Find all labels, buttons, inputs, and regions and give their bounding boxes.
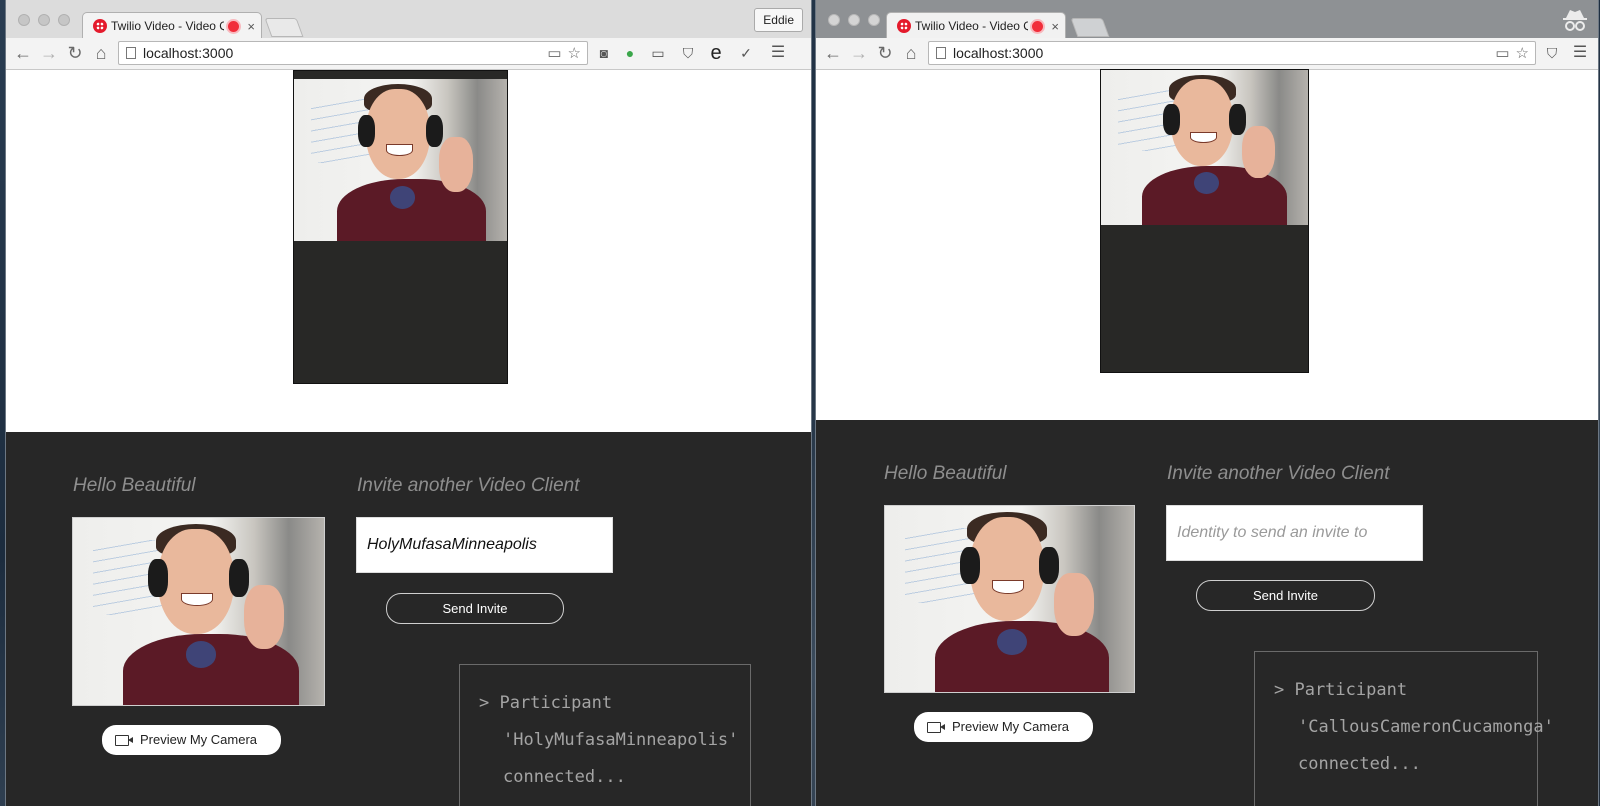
browser-window-incognito: Twilio Video - Video Qu × ← → ↻ ⌂ localh…: [816, 0, 1598, 806]
tab-strip: Twilio Video - Video Qu × Eddie: [6, 0, 811, 39]
page-content: Hello Beautiful Invite another Video Cli…: [816, 69, 1598, 806]
tab-twilio-video[interactable]: Twilio Video - Video Qu ×: [886, 12, 1066, 39]
log-line: > Participant: [1274, 680, 1408, 700]
tab-title: Twilio Video - Video Qu: [111, 19, 225, 33]
forward-icon[interactable]: →: [848, 41, 870, 65]
bookmark-star-icon[interactable]: ☆: [568, 44, 581, 62]
close-window-button[interactable]: [18, 14, 30, 26]
ublock-extension-icon[interactable]: ⛉: [678, 43, 698, 63]
cast-icon[interactable]: ▭: [648, 43, 668, 63]
minimize-window-button[interactable]: [848, 14, 860, 26]
remote-media-area: [6, 70, 811, 432]
url-text: localhost:3000: [143, 45, 234, 61]
home-icon[interactable]: ⌂: [900, 41, 922, 65]
page-icon: [126, 47, 136, 59]
log-line: connected...: [503, 767, 626, 787]
browser-window-main: Twilio Video - Video Qu × Eddie ← → ↻ ⌂ …: [6, 0, 811, 806]
remote-participant-video: [293, 70, 508, 384]
profile-button[interactable]: Eddie: [754, 8, 803, 32]
invite-identity-input[interactable]: [1166, 505, 1423, 561]
close-window-button[interactable]: [828, 14, 840, 26]
remote-video-frame: [294, 79, 507, 241]
back-icon[interactable]: ←: [12, 41, 34, 65]
remote-participant-video: [1100, 69, 1309, 373]
activity-log: > Participant 'HolyMufasaMinneapolis' conn…: [459, 664, 751, 806]
browser-toolbar: ← → ↻ ⌂ localhost:3000 ▭ ☆ ⛉ ☰: [816, 38, 1598, 70]
page-icon: [936, 47, 946, 59]
local-camera-preview: [72, 517, 325, 706]
preview-camera-label: Preview My Camera: [139, 732, 258, 747]
controls-area: Hello Beautiful Invite another Video Cli…: [816, 420, 1598, 806]
home-icon[interactable]: ⌂: [90, 41, 112, 65]
tab-close-icon[interactable]: ×: [247, 19, 255, 34]
camera-permission-icon[interactable]: ▭: [1495, 44, 1509, 62]
invite-heading: Invite another Video Client: [357, 475, 580, 496]
log-line: > Participant: [479, 693, 613, 713]
reload-icon[interactable]: ↻: [874, 41, 896, 65]
window-controls: [828, 14, 880, 26]
back-icon[interactable]: ←: [822, 41, 844, 65]
address-bar[interactable]: localhost:3000 ▭ ☆: [118, 41, 588, 65]
zoom-window-button[interactable]: [58, 14, 70, 26]
log-line: 'CallousCameronCucamonga': [1298, 717, 1554, 737]
extension-check-icon[interactable]: ✓: [736, 43, 756, 63]
recording-indicator-icon: [1030, 18, 1046, 34]
activity-log: > Participant 'CallousCameronCucamonga' co…: [1254, 651, 1554, 806]
video-camera-icon: [115, 735, 133, 746]
reload-icon[interactable]: ↻: [64, 41, 86, 65]
twilio-favicon-icon: [897, 19, 911, 33]
controls-area: Hello Beautiful Invite another Video Cli…: [6, 432, 811, 806]
log-line: connected...: [1298, 754, 1421, 774]
hello-heading: Hello Beautiful: [884, 463, 1007, 484]
zoom-window-button[interactable]: [868, 14, 880, 26]
e-extension-icon[interactable]: e: [706, 43, 726, 63]
bookmark-star-icon[interactable]: ☆: [1516, 44, 1529, 62]
evernote-extension-icon[interactable]: ●: [620, 43, 640, 63]
invite-heading: Invite another Video Client: [1167, 463, 1390, 484]
incognito-icon: [1563, 10, 1587, 31]
recording-indicator-icon: [226, 18, 242, 34]
tab-twilio-video[interactable]: Twilio Video - Video Qu ×: [82, 12, 262, 39]
preview-camera-button[interactable]: Preview My Camera: [914, 712, 1093, 742]
local-camera-preview: [884, 505, 1135, 693]
video-camera-icon: [927, 722, 945, 733]
send-invite-button[interactable]: Send Invite: [386, 593, 564, 624]
window-controls: [18, 14, 70, 26]
remote-media-area: [816, 69, 1598, 420]
new-tab-button[interactable]: [1070, 18, 1110, 37]
pocket-extension-icon[interactable]: ◙: [594, 43, 614, 63]
chrome-menu-icon[interactable]: ☰: [1570, 43, 1590, 63]
preview-camera-label: Preview My Camera: [951, 719, 1070, 734]
chrome-menu-icon[interactable]: ☰: [768, 43, 788, 63]
page-content: Hello Beautiful Invite another Video Cli…: [6, 70, 811, 806]
log-line: 'HolyMufasaMinneapolis': [503, 730, 739, 750]
ublock-extension-icon[interactable]: ⛉: [1542, 43, 1562, 63]
browser-toolbar: ← → ↻ ⌂ localhost:3000 ▭ ☆ ◙ ● ▭ ⛉ e ✓ ☰: [6, 38, 811, 70]
camera-permission-icon[interactable]: ▭: [547, 44, 561, 62]
tab-close-icon[interactable]: ×: [1051, 19, 1059, 34]
url-text: localhost:3000: [953, 45, 1044, 61]
tab-strip: Twilio Video - Video Qu ×: [816, 0, 1598, 39]
minimize-window-button[interactable]: [38, 14, 50, 26]
hello-heading: Hello Beautiful: [73, 475, 196, 496]
address-bar[interactable]: localhost:3000 ▭ ☆: [928, 41, 1536, 65]
twilio-favicon-icon: [93, 19, 107, 33]
preview-camera-button[interactable]: Preview My Camera: [102, 725, 281, 755]
invite-identity-input[interactable]: [356, 517, 613, 573]
send-invite-button[interactable]: Send Invite: [1196, 580, 1375, 611]
forward-icon[interactable]: →: [38, 41, 60, 65]
new-tab-button[interactable]: [264, 18, 304, 37]
tab-title: Twilio Video - Video Qu: [915, 19, 1029, 33]
remote-video-frame: [1101, 70, 1308, 225]
